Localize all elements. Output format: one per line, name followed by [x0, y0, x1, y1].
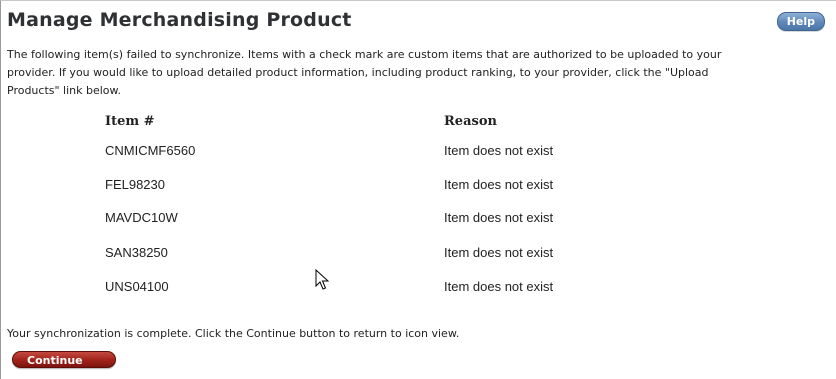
page-title: Manage Merchandising Product: [7, 9, 352, 31]
intro-line: provider. If you would like to upload de…: [7, 66, 709, 79]
arrow-cursor-icon: [315, 269, 329, 290]
failure-reason: Item does not exist: [444, 245, 554, 260]
merchandising-panel: Manage Merchandising Product Help The fo…: [0, 0, 836, 379]
item-number: FEL98230: [105, 177, 165, 192]
help-button[interactable]: Help: [776, 12, 825, 31]
failure-reason: Item does not exist: [444, 143, 554, 158]
item-number: SAN38250: [105, 245, 168, 260]
intro-line: Products" link below.: [7, 84, 122, 97]
failure-reason: Item does not exist: [444, 279, 554, 294]
column-header-reason: Reason: [444, 114, 497, 129]
continue-button[interactable]: Continue: [12, 351, 116, 368]
completion-message: Your synchronization is complete. Click …: [7, 327, 460, 340]
failure-reason: Item does not exist: [444, 177, 554, 192]
item-number: MAVDC10W: [105, 210, 178, 225]
item-number: CNMICMF6560: [105, 143, 196, 158]
item-number: UNS04100: [105, 279, 169, 294]
column-header-item: Item #: [105, 114, 155, 129]
intro-text: The following item(s) failed to synchron…: [7, 46, 833, 100]
intro-line: The following item(s) failed to synchron…: [7, 48, 722, 61]
failure-reason: Item does not exist: [444, 210, 554, 225]
